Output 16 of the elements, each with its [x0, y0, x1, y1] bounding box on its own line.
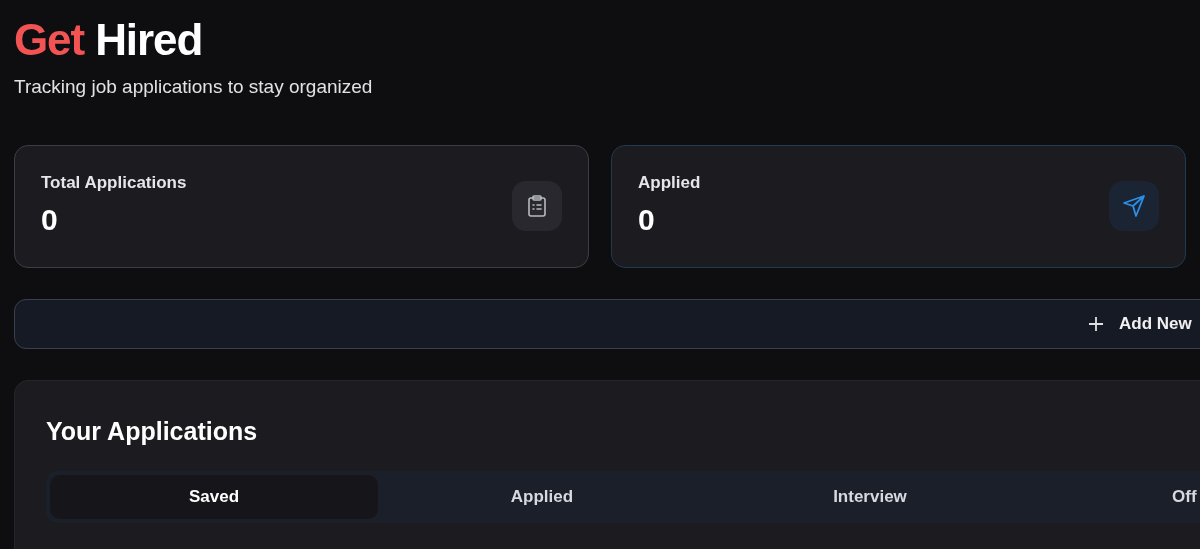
tab[interactable]: Off — [1034, 475, 1200, 519]
send-icon — [1122, 194, 1146, 218]
page-title: Hired — [95, 15, 203, 64]
clipboard-icon — [527, 195, 547, 217]
tab[interactable]: Applied — [378, 475, 706, 519]
tab[interactable]: Saved — [50, 475, 378, 519]
section-title: Your Applications — [46, 415, 258, 447]
stat-label: Total Applications — [41, 171, 187, 194]
title-accent: Get — [14, 15, 85, 64]
subtitle: Tracking job applications to stay organized — [14, 75, 373, 99]
stat-value: 0 — [638, 202, 655, 239]
stat-label: Applied — [638, 171, 701, 194]
add-new-button[interactable]: Add New — [14, 298, 1200, 349]
plus-icon — [1089, 316, 1103, 331]
tab[interactable]: Interview — [706, 475, 1034, 519]
stat-value: 0 — [41, 202, 58, 239]
